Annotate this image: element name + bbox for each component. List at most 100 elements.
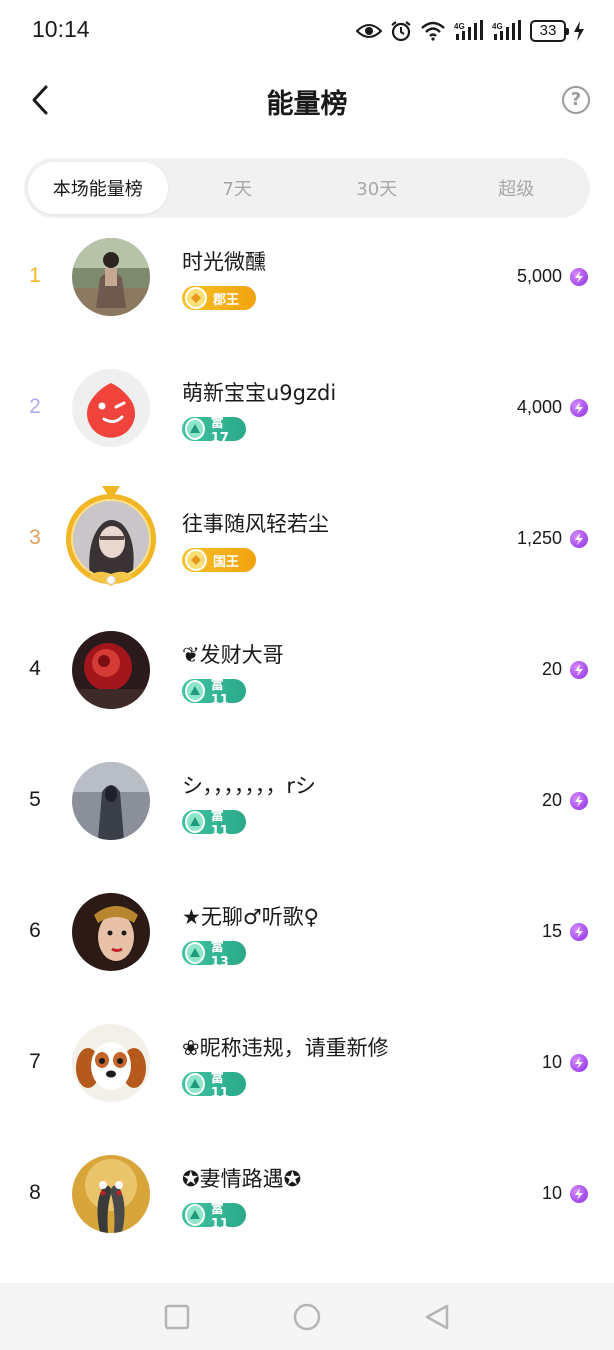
rank-number: 1	[29, 264, 41, 287]
nickname: 往事随风轻若尘	[182, 512, 329, 536]
level-badge: 富11	[182, 1202, 246, 1232]
rank-number: 4	[29, 657, 41, 680]
badge-label: 富11	[210, 809, 229, 839]
lightning-icon	[570, 660, 588, 679]
list-item[interactable]: 5 シ，，，，，，，rシ 富11 20	[0, 736, 614, 867]
list-item[interactable]: 3 往事随风轻若尘 国王 1,250	[0, 474, 614, 605]
list-item[interactable]: 7 ❀昵称违规，请重新修 富11 10	[0, 998, 614, 1129]
tab-super[interactable]: 超级	[447, 162, 587, 214]
charging-icon	[574, 21, 584, 41]
rank-number: 7	[29, 1050, 41, 1073]
triangle-gem-icon	[185, 811, 205, 833]
tab-7-days[interactable]: 7天	[168, 162, 308, 214]
rank-number: 8	[29, 1181, 41, 1204]
help-icon[interactable]: ?	[562, 86, 590, 114]
badge-label: 富11	[210, 1202, 229, 1232]
tab-current-session[interactable]: 本场能量榜	[28, 162, 168, 214]
system-nav-bar	[0, 1283, 614, 1350]
lightning-icon	[570, 1053, 588, 1072]
avatar	[72, 893, 150, 971]
nickname: ✪妻情路遇✪	[182, 1167, 302, 1191]
triangle-gem-icon	[185, 1073, 205, 1095]
energy-score: 20	[542, 659, 588, 680]
nickname: ❦发财大哥	[182, 643, 284, 667]
badge-label: 富17	[210, 416, 229, 446]
list-item[interactable]: 6 ★无聊♂听歌♀ 富13 15	[0, 867, 614, 998]
winking-red-mascot-icon	[72, 369, 150, 447]
tab-bar: 本场能量榜 7天 30天 超级	[24, 158, 590, 218]
avatar	[72, 762, 150, 840]
list-item[interactable]: 4 ❦发财大哥 富11 20	[0, 605, 614, 736]
level-badge: 富11	[182, 678, 246, 708]
battery-indicator: 33	[530, 20, 569, 42]
level-badge: 富17	[182, 416, 246, 446]
badge-label: 郡王	[213, 292, 240, 308]
energy-score: 10	[542, 1183, 588, 1204]
energy-score: 1,250	[517, 528, 588, 549]
page-title: 能量榜	[266, 89, 348, 120]
photo-puppy-icon	[72, 1024, 150, 1102]
energy-score: 20	[542, 790, 588, 811]
wings-icon	[88, 571, 134, 586]
list-item[interactable]: 2 萌新宝宝u9gzdi 富17 4,000	[0, 343, 614, 474]
level-badge: 富13	[182, 940, 246, 970]
diamond-icon	[185, 287, 207, 309]
score-value: 20	[541, 659, 562, 679]
wifi-icon	[420, 21, 446, 41]
lightning-icon	[570, 267, 588, 286]
avatar	[72, 1155, 150, 1233]
list-item[interactable]: 8 ✪妻情路遇✪ 富11 10	[0, 1129, 614, 1260]
header: 能量榜 ?	[0, 62, 614, 142]
lightning-icon	[570, 529, 588, 548]
badge-label: 富13	[210, 940, 229, 970]
signal-4g-icon: 4G	[454, 20, 484, 42]
status-icons: 4G 4G 33	[356, 18, 584, 44]
avatar	[72, 631, 150, 709]
nickname: 时光微醺	[182, 250, 266, 274]
home-icon[interactable]	[293, 1303, 321, 1331]
svg-text:4G: 4G	[454, 22, 465, 31]
photo-red-rose-icon	[72, 631, 150, 709]
nickname: シ，，，，，，，rシ	[182, 774, 317, 798]
signal-4g-icon: 4G	[492, 20, 522, 42]
svg-text:4G: 4G	[492, 22, 503, 31]
level-badge: 富11	[182, 1071, 246, 1101]
badge-label: 富11	[210, 678, 229, 708]
status-bar: 10:14 4G 4G 33	[0, 0, 614, 62]
recent-apps-icon[interactable]	[163, 1303, 191, 1331]
rank-number: 6	[29, 919, 41, 942]
badge-label: 国王	[213, 554, 240, 570]
lightning-icon	[570, 398, 588, 417]
level-badge: 富11	[182, 809, 246, 839]
score-value: 10	[541, 1052, 562, 1072]
back-triangle-icon[interactable]	[423, 1303, 451, 1331]
triangle-gem-icon	[185, 680, 205, 702]
triangle-gem-icon	[185, 942, 205, 964]
score-value: 10	[541, 1183, 562, 1203]
lightning-icon	[570, 791, 588, 810]
rank-number: 2	[29, 395, 41, 418]
triangle-gem-icon	[185, 1204, 205, 1226]
badge-label: 富11	[210, 1071, 229, 1101]
photo-opera-mask-icon	[72, 893, 150, 971]
crown-icon	[102, 486, 120, 500]
nickname: ★无聊♂听歌♀	[182, 905, 320, 929]
lightning-icon	[570, 922, 588, 941]
tab-30-days[interactable]: 30天	[307, 162, 447, 214]
avatar	[72, 369, 150, 447]
list-item[interactable]: 1 时光微醺 郡王 5,000	[0, 212, 614, 343]
rank-number: 5	[29, 788, 41, 811]
score-value: 4,000	[516, 397, 562, 417]
nickname: ❀昵称违规，请重新修	[182, 1036, 389, 1060]
energy-score: 10	[542, 1052, 588, 1073]
score-value: 15	[541, 921, 562, 941]
status-time: 10:14	[32, 16, 90, 42]
alarm-icon	[390, 20, 412, 42]
lightning-icon	[570, 1184, 588, 1203]
triangle-gem-icon	[185, 418, 205, 440]
photo-woman-outdoor-icon	[72, 238, 150, 316]
avatar	[72, 238, 150, 316]
score-value: 5,000	[516, 266, 562, 286]
diamond-icon	[185, 549, 207, 571]
nickname: 萌新宝宝u9gzdi	[182, 381, 337, 405]
